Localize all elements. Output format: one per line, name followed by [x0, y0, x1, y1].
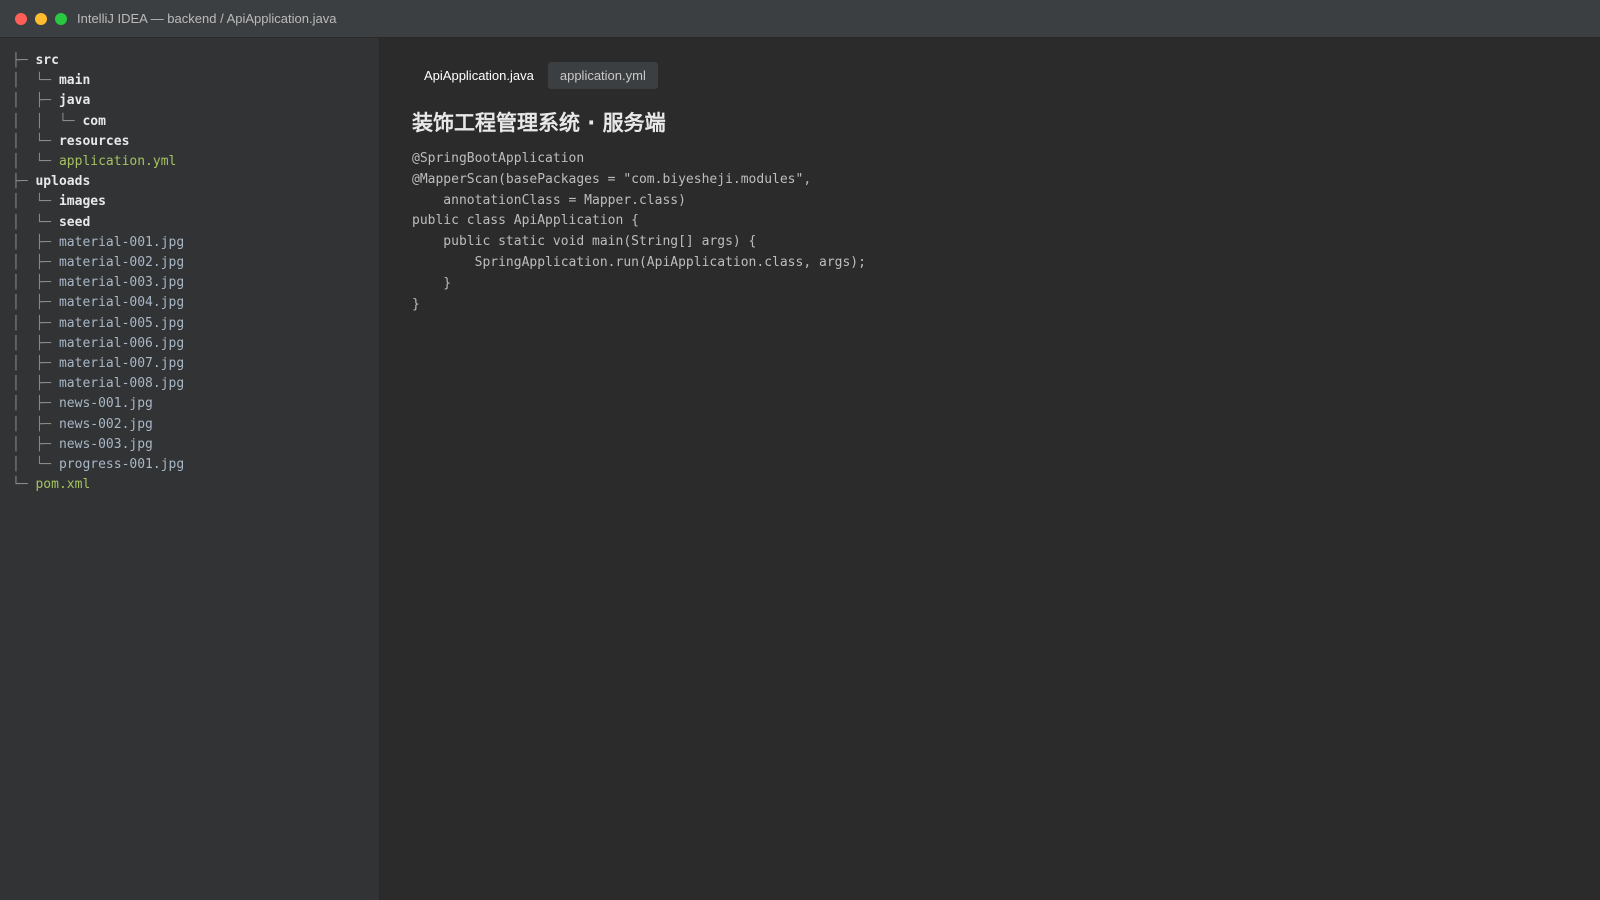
tree-guide: │ ├─ [12, 376, 59, 392]
tree-guide: │ └─ [12, 154, 59, 170]
page-title: 装饰工程管理系统 · 服务端 [412, 111, 666, 135]
tree-item-label: main [58, 73, 91, 89]
tree-item-label: material-007.jpg [58, 356, 185, 372]
tree-guide: │ ├─ [12, 416, 59, 432]
minimize-window-button[interactable] [35, 12, 47, 25]
code-line: } [412, 296, 420, 312]
tree-guide: │ ├─ [12, 396, 59, 412]
code-line: public static void main(String[] args) { [412, 234, 757, 250]
tree-item[interactable]: │ └─ resources [12, 132, 379, 152]
tree-item-label: uploads [35, 174, 91, 190]
tree-item-label: material-005.jpg [58, 315, 185, 331]
tree-item-label: resources [58, 133, 130, 149]
tree-guide: ├─ [12, 174, 36, 190]
tree-item[interactable]: └─ pom.xml [12, 475, 379, 495]
tree-guide: │ └─ [12, 214, 59, 230]
project-tree: ├─ src │ └─ main │ ├─ java │ │ └─ com │ └─ r… [0, 38, 380, 900]
tree-item[interactable]: │ ├─ java [12, 91, 379, 111]
maximize-window-button[interactable] [55, 12, 67, 25]
tree-item[interactable]: │ └─ application.yml [12, 152, 379, 172]
tree-item-label: images [58, 194, 106, 210]
tree-guide: │ └─ [12, 194, 59, 210]
tree-guide: └─ [12, 477, 36, 493]
close-window-button[interactable] [15, 12, 27, 25]
tree-guide: │ ├─ [12, 275, 59, 291]
window-title: IntelliJ IDEA — backend / ApiApplication… [77, 11, 337, 26]
tab-application-yml[interactable]: application.yml [547, 62, 658, 89]
ide-window: IntelliJ IDEA — backend / ApiApplication… [0, 0, 1600, 900]
tree-item-label: material-003.jpg [58, 275, 185, 291]
tree-guide: │ └─ [12, 73, 59, 89]
tree-item[interactable]: │ ├─ material-002.jpg [12, 253, 379, 273]
tree-item[interactable]: │ └─ progress-001.jpg [12, 455, 379, 475]
tree-guide: │ │ └─ [12, 113, 83, 129]
tree-item[interactable]: │ ├─ material-001.jpg [12, 233, 379, 253]
tree-guide: │ └─ [12, 133, 59, 149]
tree-item[interactable]: │ ├─ material-005.jpg [12, 314, 379, 334]
window-controls [15, 12, 67, 25]
tree-item[interactable]: ├─ uploads [12, 172, 379, 192]
tree-item-label: seed [58, 214, 91, 230]
tree-item-label: news-003.jpg [58, 436, 153, 452]
tree-guide: ├─ [12, 53, 36, 68]
code-line: annotationClass = Mapper.class) [412, 192, 686, 208]
tree-item[interactable]: │ ├─ news-003.jpg [12, 435, 379, 455]
tree-item-label: material-004.jpg [58, 295, 185, 311]
tree-item[interactable]: │ ├─ material-008.jpg [12, 374, 379, 394]
code-line: @MapperScan(basePackages = "com.biyeshej… [412, 171, 812, 187]
tree-guide: │ ├─ [12, 315, 59, 331]
tree-item[interactable]: │ ├─ material-006.jpg [12, 334, 379, 354]
tab-apiapplication-java[interactable]: ApiApplication.java [412, 62, 546, 89]
tree-item-label: java [58, 93, 91, 109]
tree-item[interactable]: │ ├─ news-002.jpg [12, 415, 379, 435]
tree-guide: │ └─ [12, 457, 59, 473]
editor-area: ApiApplication.java application.yml 装饰工程管… [380, 38, 1600, 900]
tree-item-label: news-002.jpg [58, 416, 153, 432]
tree-guide: │ ├─ [12, 436, 59, 452]
code-line: } [412, 275, 452, 291]
tree-item-label: src [35, 53, 59, 68]
tree-item[interactable]: │ └─ images [12, 192, 379, 212]
tree-item-label: pom.xml [35, 477, 91, 493]
code-line: @SpringBootApplication [412, 151, 585, 166]
code-line: SpringApplication.run(ApiApplication.cla… [412, 254, 866, 270]
tree-item[interactable]: │ ├─ material-007.jpg [12, 354, 379, 374]
tree-guide: │ ├─ [12, 93, 59, 109]
tree-item-label: material-008.jpg [58, 376, 185, 392]
tree-item[interactable]: │ ├─ news-001.jpg [12, 394, 379, 414]
tree-item[interactable]: │ ├─ material-004.jpg [12, 293, 379, 313]
tree-item-label: progress-001.jpg [58, 457, 185, 473]
tree-item[interactable]: ├─ src [12, 51, 379, 71]
tree-item-label: material-001.jpg [58, 234, 185, 250]
tree-guide: │ ├─ [12, 234, 59, 250]
tree-item-label: com [82, 113, 106, 129]
tree-item[interactable]: │ ├─ material-003.jpg [12, 273, 379, 293]
tree-item[interactable]: │ │ └─ com [12, 112, 379, 132]
tree-item-label: application.yml [58, 154, 177, 170]
tree-guide: │ ├─ [12, 356, 59, 372]
title-bar: IntelliJ IDEA — backend / ApiApplication… [0, 0, 1600, 38]
tree-item[interactable]: │ └─ main [12, 71, 379, 91]
tree-item-label: material-006.jpg [58, 335, 185, 351]
tree-guide: │ ├─ [12, 295, 59, 311]
code-editor[interactable]: @SpringBootApplication @MapperScan(basePa… [412, 149, 1600, 315]
tree-item-label: material-002.jpg [58, 255, 185, 271]
ide-body: ├─ src │ └─ main │ ├─ java │ │ └─ com │ └─ r… [0, 38, 1600, 900]
tree-item[interactable]: │ └─ seed [12, 213, 379, 233]
tree-guide: │ ├─ [12, 335, 59, 351]
tree-guide: │ ├─ [12, 255, 59, 271]
code-line: public class ApiApplication { [412, 213, 639, 229]
editor-tabs: ApiApplication.java application.yml [412, 62, 1600, 89]
tree-item-label: news-001.jpg [58, 396, 153, 412]
